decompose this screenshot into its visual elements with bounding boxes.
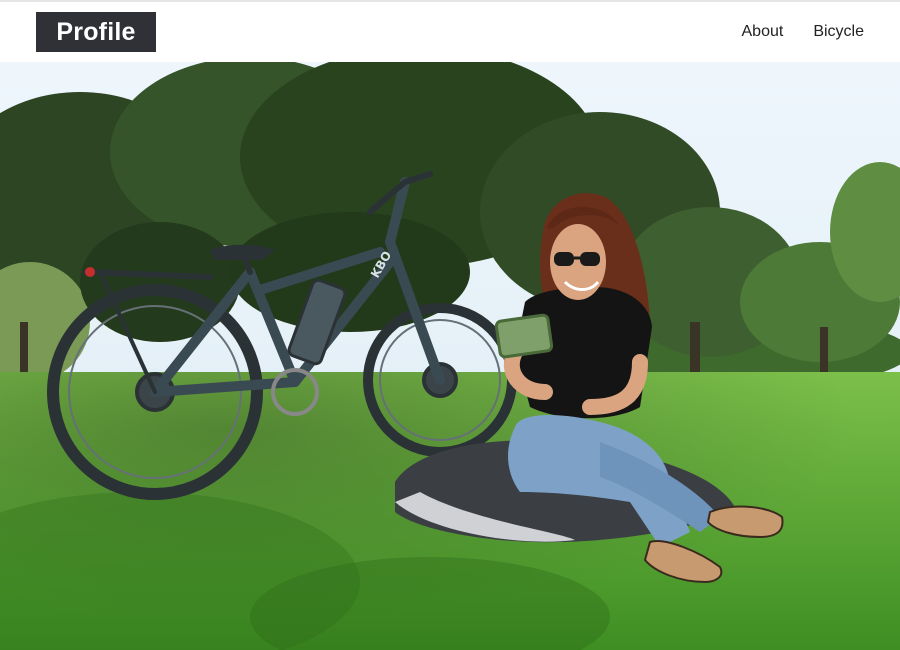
- nav-link-bicycle[interactable]: Bicycle: [813, 23, 864, 41]
- tablet-device: [494, 313, 554, 359]
- top-navigation-bar: Profile About Bicycle: [0, 0, 900, 62]
- hero-image: KBO: [0, 62, 900, 650]
- site-logo[interactable]: Profile: [36, 12, 156, 52]
- hero-photo: KBO: [0, 62, 900, 650]
- nav-link-about[interactable]: About: [742, 23, 784, 41]
- main-nav: About Bicycle: [742, 23, 865, 41]
